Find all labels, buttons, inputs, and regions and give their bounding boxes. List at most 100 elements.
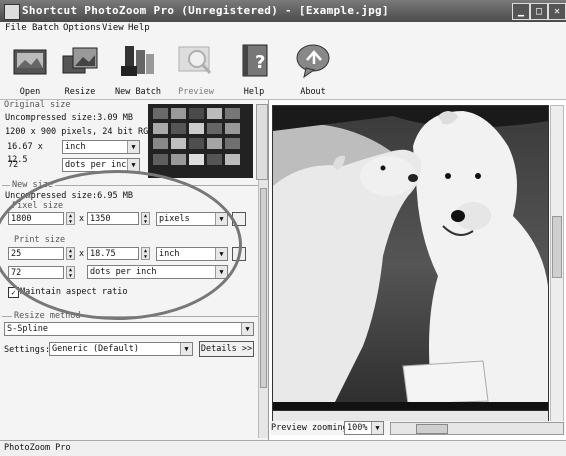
thumbnail-image[interactable] — [225, 138, 240, 149]
thumbnail-image[interactable] — [171, 123, 186, 134]
original-res-unit-value: dots per inch — [65, 160, 132, 170]
print-unit-select[interactable]: inch ▼ — [156, 247, 228, 261]
times-symbol: x — [79, 249, 85, 259]
pixel-unit-value: pixels — [159, 214, 190, 224]
original-unit-value: inch — [65, 142, 86, 152]
preview-vertical-scrollbar[interactable] — [550, 105, 564, 422]
polar-bears-photo — [273, 106, 548, 421]
thumbnail-image[interactable] — [171, 138, 186, 149]
thumbnail-image[interactable] — [225, 154, 240, 165]
thumbnail-image[interactable] — [153, 138, 168, 149]
open-icon — [13, 49, 47, 75]
thumbnail-image[interactable] — [171, 108, 186, 119]
original-res-unit-select[interactable]: dots per inch ▼ — [62, 158, 140, 172]
about-bubble-icon — [296, 44, 330, 79]
resize-method-select[interactable]: S-Spline ▼ — [4, 322, 254, 336]
help-book-icon: ? — [242, 44, 268, 77]
chevron-down-icon: ▼ — [215, 213, 227, 225]
thumbnail-image[interactable] — [171, 154, 186, 165]
chevron-down-icon: ▼ — [215, 248, 227, 260]
thumbnail-image[interactable] — [225, 108, 240, 119]
maximize-button[interactable]: □ — [530, 3, 548, 20]
new-resolution-input[interactable]: 72 — [8, 266, 64, 279]
window-title: Shortcut PhotoZoom Pro (Unregistered) - … — [22, 4, 389, 17]
width-pixels-input[interactable]: 1800 — [8, 212, 64, 225]
pixel-size-header: Pixel size — [12, 201, 64, 211]
preview-zoom-select[interactable]: 100% ▼ — [344, 421, 384, 435]
preview-zoom-value: 100% — [347, 423, 368, 433]
width-print-input[interactable]: 25 — [8, 247, 64, 260]
preview-button[interactable]: Preview — [166, 38, 226, 98]
print-size-header: Print size — [14, 235, 66, 245]
details-button[interactable]: Details >> — [199, 341, 254, 357]
thumbnail-image[interactable] — [207, 154, 222, 165]
thumbnail-scrollbar[interactable] — [256, 104, 268, 180]
minimize-button[interactable]: ▁ — [512, 3, 530, 20]
preview-image[interactable] — [272, 105, 549, 422]
thumbnail-image[interactable] — [153, 123, 168, 134]
menu-view[interactable]: View — [102, 23, 124, 33]
settings-scrollbar[interactable] — [258, 180, 268, 438]
print-unit-value: inch — [159, 249, 180, 259]
preview-zoom-label: Preview zooming: — [271, 423, 353, 433]
menu-batch[interactable]: Batch — [32, 23, 59, 33]
preview-horizontal-scrollbar[interactable] — [390, 422, 564, 435]
magnifier-icon — [178, 46, 212, 74]
thumbnail-image[interactable] — [225, 123, 240, 134]
menu-bar: File Batch Options View Help — [0, 22, 566, 36]
link-pixels-button[interactable] — [232, 212, 246, 226]
thumbnail-image[interactable] — [207, 108, 222, 119]
settings-select[interactable]: Generic (Default) ▼ — [49, 342, 193, 356]
thumbnail-image[interactable] — [153, 154, 168, 165]
width-print-stepper[interactable]: ▲ ▼ — [66, 247, 75, 260]
thumbnail-image[interactable] — [189, 108, 204, 119]
original-resolution: 72 — [8, 160, 19, 170]
menu-help[interactable]: Help — [128, 23, 150, 33]
original-dimensions: 16.67 x 12.5 — [7, 142, 43, 165]
new-res-unit-select[interactable]: dots per inch ▼ — [87, 265, 228, 279]
height-print-input[interactable]: 18.75 — [87, 247, 139, 260]
height-pixels-input[interactable]: 1350 — [87, 212, 139, 225]
original-uncompressed: Uncompressed size:3.09 MB — [5, 113, 133, 123]
preview-zoom-bar: Preview zooming: 100% ▼ — [270, 421, 565, 435]
thumbnail-image[interactable] — [207, 138, 222, 149]
thumbnail-strip[interactable] — [148, 104, 253, 178]
resize-icon — [62, 47, 98, 74]
scrollbar-thumb[interactable] — [416, 424, 448, 434]
help-button[interactable]: ? Help — [224, 38, 284, 98]
chevron-down-icon: ▼ — [241, 323, 253, 335]
resize-button[interactable]: Resize — [50, 38, 110, 98]
thumbnail-image[interactable] — [189, 138, 204, 149]
settings-value: Generic (Default) — [52, 344, 139, 354]
times-symbol: x — [79, 214, 85, 224]
chevron-down-icon: ▼ — [127, 159, 139, 171]
scrollbar-thumb[interactable] — [552, 216, 562, 278]
new-uncompressed: Uncompressed size:6.95 MB — [5, 191, 133, 201]
height-pixels-stepper[interactable]: ▲ ▼ — [141, 212, 150, 225]
maintain-aspect-checkbox[interactable]: ✓ — [8, 287, 19, 298]
menu-file[interactable]: File — [5, 23, 27, 33]
pixel-unit-select[interactable]: pixels ▼ — [156, 212, 228, 226]
status-bar: PhotoZoom Pro — [0, 440, 566, 456]
thumbnail-image[interactable] — [153, 108, 168, 119]
settings-label: Settings: — [4, 345, 51, 355]
thumbnail-image[interactable] — [189, 123, 204, 134]
close-button[interactable]: ✕ — [548, 3, 566, 20]
height-print-stepper[interactable]: ▲ ▼ — [141, 247, 150, 260]
original-unit-select[interactable]: inch ▼ — [62, 140, 140, 154]
scrollbar-thumb[interactable] — [260, 188, 267, 388]
about-button[interactable]: About — [283, 38, 343, 98]
new-batch-button[interactable]: New Batch — [108, 38, 168, 98]
link-print-button[interactable] — [232, 247, 246, 261]
original-size-header: Original size — [4, 100, 71, 110]
menu-options[interactable]: Options — [63, 23, 101, 33]
width-pixels-stepper[interactable]: ▲ ▼ — [66, 212, 75, 225]
chevron-down-icon: ▼ — [127, 141, 139, 153]
new-resolution-stepper[interactable]: ▲ ▼ — [66, 266, 75, 279]
toolbar: Open Resize New Batch Preview ? Help Abo… — [0, 36, 566, 100]
help-label: Help — [243, 87, 265, 97]
new-res-unit-value: dots per inch — [90, 267, 157, 277]
thumbnail-image[interactable] — [207, 123, 222, 134]
original-pixels: 1200 x 900 pixels, 24 bit RGB — [5, 127, 154, 137]
thumbnail-image[interactable] — [189, 154, 204, 165]
